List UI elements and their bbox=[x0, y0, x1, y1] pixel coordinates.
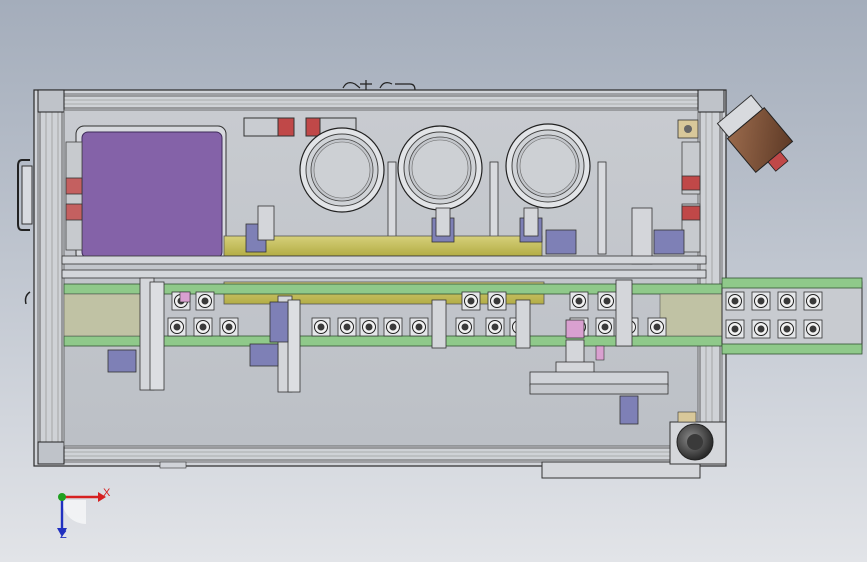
conveyor-pocket bbox=[455, 317, 475, 337]
conveyor-pocket bbox=[409, 317, 429, 337]
extension-pocket bbox=[777, 319, 797, 339]
conveyor-pocket bbox=[311, 317, 331, 337]
extension-pocket bbox=[751, 291, 771, 311]
conveyor-pocket bbox=[597, 291, 617, 311]
triad-z-label: Z bbox=[60, 529, 67, 541]
drums bbox=[299, 123, 591, 213]
extension-pocket bbox=[751, 319, 771, 339]
left-handle-grip bbox=[21, 165, 33, 225]
extension-pocket bbox=[725, 291, 745, 311]
control-panel bbox=[65, 125, 227, 263]
extension-pocket bbox=[803, 291, 823, 311]
conveyor-pocket bbox=[485, 317, 505, 337]
motor bbox=[716, 94, 794, 173]
drum-1 bbox=[299, 127, 385, 213]
conveyor-pocket bbox=[595, 317, 615, 337]
triad-x-label: X bbox=[103, 487, 111, 499]
conveyor-pocket bbox=[337, 317, 357, 337]
conveyor-pocket bbox=[569, 291, 589, 311]
conveyor-pocket bbox=[219, 317, 239, 337]
conveyor-extension bbox=[721, 277, 863, 355]
cad-model-view[interactable] bbox=[0, 0, 867, 562]
conveyor-pocket bbox=[647, 317, 667, 337]
drum-2 bbox=[397, 125, 483, 211]
conveyor-pocket bbox=[193, 317, 213, 337]
extension-pocket bbox=[777, 291, 797, 311]
drum-3 bbox=[505, 123, 591, 209]
conveyor-pocket bbox=[359, 317, 379, 337]
y-axis-dot bbox=[58, 493, 66, 501]
conveyor-pocket bbox=[461, 291, 481, 311]
extension-pocket bbox=[803, 319, 823, 339]
conveyor-pocket bbox=[167, 317, 187, 337]
extension-pocket bbox=[725, 319, 745, 339]
conveyor-pocket bbox=[383, 317, 403, 337]
conveyor-pocket bbox=[195, 291, 215, 311]
conveyor-pocket bbox=[487, 291, 507, 311]
